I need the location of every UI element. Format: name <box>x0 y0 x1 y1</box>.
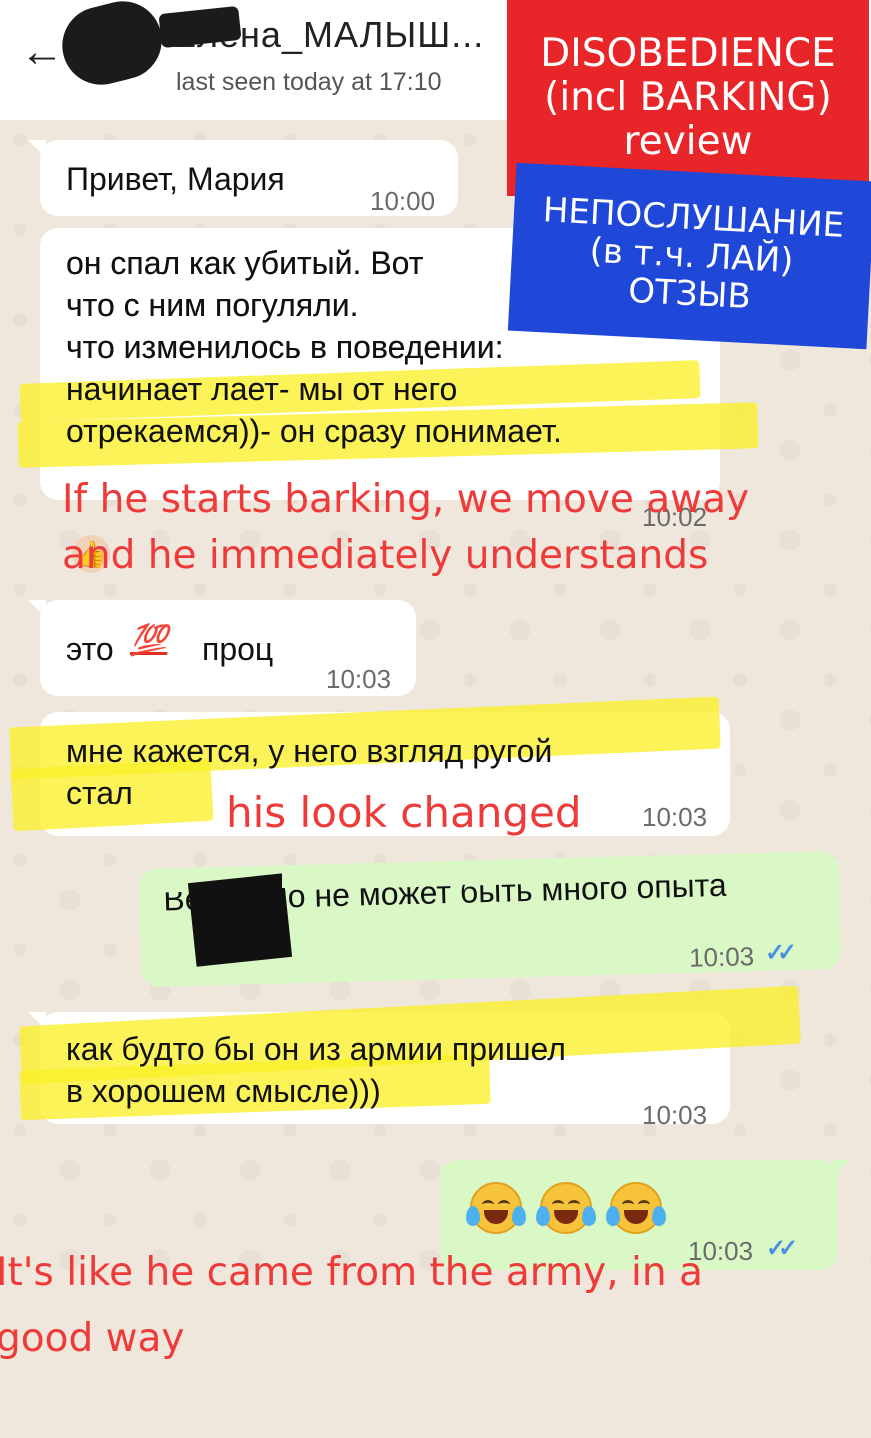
russian-review-sticker: НЕПОСЛУШАНИЕ (в т.ч. ЛАЙ) ОТЗЫВ <box>507 162 871 350</box>
sticker-line: ОТЗЫВ <box>627 270 752 318</box>
redaction-mark <box>282 870 326 888</box>
sticker-line: (incl BARKING) <box>544 75 832 121</box>
bubble-tail <box>28 600 46 618</box>
message-text-suffix: проц <box>202 631 274 667</box>
message-text: Привет, Мария <box>66 161 285 197</box>
sticker-line: (в т.ч. ЛАЙ) <box>588 230 795 282</box>
message-bubble[interactable]: Привет, Мария 10:00 <box>28 140 458 216</box>
message-text: как будто бы он из армии пришел в хороше… <box>66 1031 566 1109</box>
message-text-copy: он спал как убитый. Вот что с ним погуля… <box>66 245 562 449</box>
message-text: это <box>66 631 114 667</box>
message-bubble[interactable]: это 💯 проц 10:03 <box>28 600 416 696</box>
message-time: 10:03 <box>326 664 392 694</box>
bubble-tail <box>28 140 46 158</box>
last-seen-status: last seen today at 17:10 <box>176 68 442 96</box>
message-time: 10:03 <box>688 941 755 973</box>
army-note-text: It's like he came from the army, in a go… <box>0 1250 703 1361</box>
avatar[interactable] <box>54 0 170 93</box>
barking-translation-note: If he starts barking, we move away and h… <box>62 477 750 578</box>
hundred-points-icon: 💯 <box>130 623 168 658</box>
redaction-mark <box>187 873 293 967</box>
sticker-line: DISOBEDIENCE <box>540 31 836 77</box>
double-check-icon: ✓✓ <box>764 939 790 967</box>
double-check-icon: ✓✓ <box>766 1235 798 1262</box>
look-translation-note: his look changed <box>226 788 582 837</box>
sticker-line: review <box>623 118 753 164</box>
message-time: 10:00 <box>370 186 436 216</box>
back-arrow-icon[interactable]: ← <box>18 28 66 76</box>
bubble-tail <box>832 1160 850 1178</box>
army-translation-note: It's like he came from the army, in a go… <box>0 1108 703 1438</box>
